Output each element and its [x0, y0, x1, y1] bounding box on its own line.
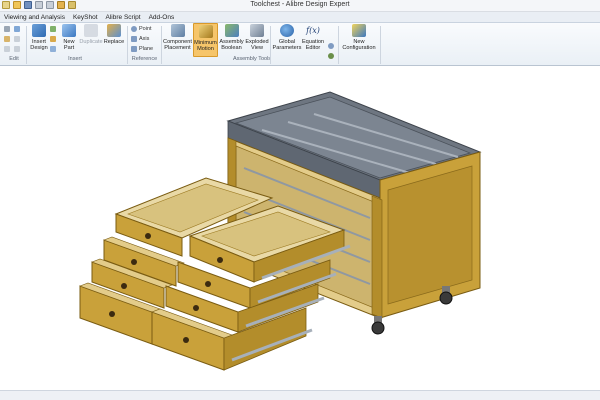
- small-sphere-icon[interactable]: [328, 53, 334, 59]
- separator: [26, 26, 27, 64]
- copy-icon[interactable]: [14, 26, 20, 32]
- axis-icon: [131, 36, 137, 42]
- title-bar: Toolchest - Alibre Design Expert: [0, 0, 600, 12]
- insert-small-icon-3[interactable]: [50, 46, 56, 52]
- minimum-motion-icon: [198, 25, 213, 38]
- function-icon: f(x): [306, 26, 320, 35]
- component-placement-button[interactable]: Component Placement: [162, 24, 193, 51]
- new-configuration-button[interactable]: New Configuration: [340, 24, 378, 51]
- caster-wheel: [371, 316, 385, 335]
- window-title: Toolchest - Alibre Design Expert: [250, 1, 350, 8]
- insert-group-label: Insert: [68, 56, 82, 62]
- new-configuration-icon: [352, 24, 366, 37]
- tab-alibre-script[interactable]: Alibre Script: [102, 12, 145, 22]
- insert-small-icon-1[interactable]: [50, 26, 56, 32]
- exploded-view-icon: [250, 24, 264, 37]
- tab-keyshot[interactable]: KeyShot: [69, 12, 102, 22]
- global-parameters-button[interactable]: Global Parameters: [272, 24, 302, 51]
- assembly-boolean-button[interactable]: Assembly Boolean: [219, 24, 244, 51]
- duplicate-button[interactable]: Duplicate: [79, 24, 103, 45]
- point-button[interactable]: Point: [131, 26, 152, 32]
- exploded-view-button[interactable]: Exploded View: [245, 24, 269, 51]
- global-parameters-icon: [280, 24, 294, 37]
- component-placement-icon: [170, 24, 185, 37]
- plane-icon: [131, 46, 137, 52]
- small-gear-icon[interactable]: [328, 43, 334, 49]
- plane-button[interactable]: Plane: [131, 46, 153, 52]
- minimum-motion-button[interactable]: Minimum Motion: [193, 23, 218, 57]
- cabinet-right-side-inset: [387, 165, 473, 305]
- insert-small-icon-2[interactable]: [50, 36, 56, 42]
- assembly-boolean-icon: [224, 24, 239, 37]
- menu-bar: Viewing and Analysis KeyShot Alibre Scri…: [0, 12, 600, 23]
- insert-design-button[interactable]: Insert Design: [29, 24, 49, 51]
- status-bar: [0, 390, 600, 400]
- new-part-button[interactable]: New Part: [60, 24, 78, 51]
- cabinet-mid-post: [371, 195, 383, 319]
- select-icon[interactable]: [4, 46, 10, 52]
- reference-group-label: Reference: [131, 56, 158, 62]
- assembly-tools-group-label: Assembly Tools: [232, 56, 272, 62]
- paste-icon[interactable]: [4, 36, 10, 42]
- tab-add-ons[interactable]: Add-Ons: [145, 12, 179, 22]
- cut-icon[interactable]: [4, 26, 10, 32]
- axis-button[interactable]: Axis: [131, 36, 149, 42]
- separator: [380, 26, 381, 64]
- replace-button[interactable]: Replace: [103, 24, 125, 45]
- edit-group-label: Edit: [9, 56, 19, 62]
- filter-icon[interactable]: [14, 46, 20, 52]
- tab-viewing-and-analysis[interactable]: Viewing and Analysis: [0, 12, 69, 22]
- new-part-icon: [62, 24, 76, 37]
- replace-icon: [107, 24, 121, 37]
- insert-design-icon: [32, 24, 46, 37]
- separator: [270, 26, 271, 64]
- 3d-viewport[interactable]: [0, 66, 600, 390]
- equation-editor-button[interactable]: f(x) Equation Editor: [301, 24, 325, 51]
- toolchest-model[interactable]: [0, 66, 600, 390]
- delete-icon[interactable]: [14, 36, 20, 42]
- ribbon: Edit Insert Design New Part Duplicate Re…: [0, 23, 600, 66]
- duplicate-icon: [84, 24, 98, 37]
- point-icon: [131, 26, 137, 32]
- separator: [338, 26, 339, 64]
